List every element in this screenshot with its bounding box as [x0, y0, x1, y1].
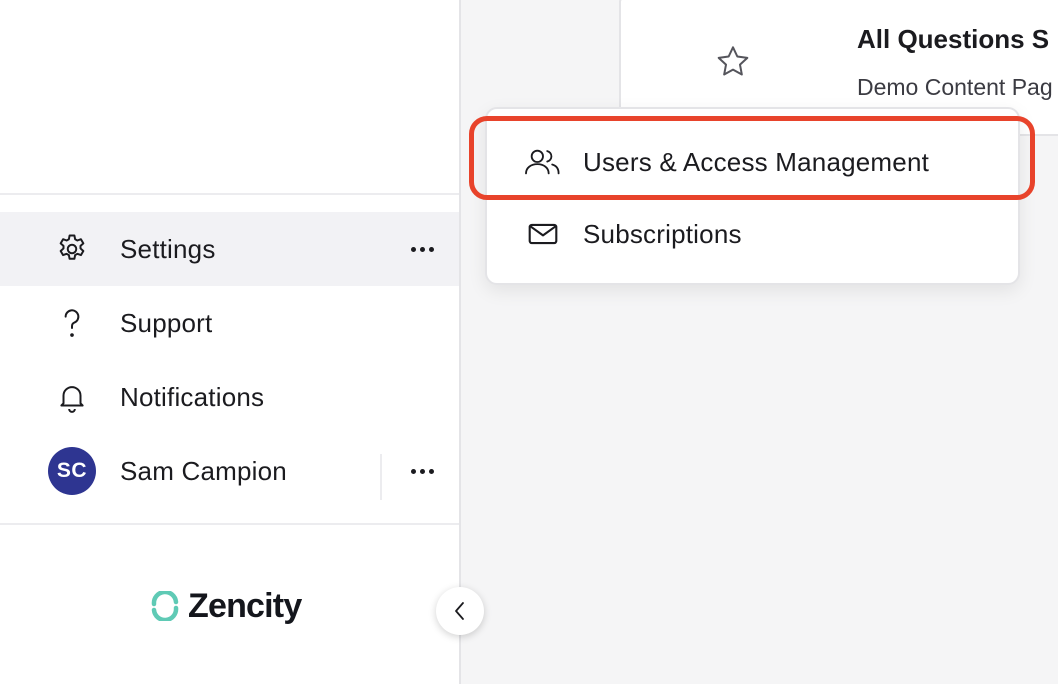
users-icon [521, 144, 565, 180]
settings-dropdown-menu: Users & Access Management Subscriptions [485, 107, 1020, 285]
card-title: All Questions S [857, 24, 1050, 54]
sidebar-item-user[interactable]: SC Sam Campion [0, 434, 459, 508]
more-options-icon[interactable] [402, 456, 442, 486]
avatar: SC [48, 447, 96, 495]
card-subtitle: Demo Content Pag [857, 74, 1053, 100]
envelope-icon [521, 216, 565, 252]
sidebar-item-settings[interactable]: Settings [0, 212, 459, 286]
sidebar-divider [0, 523, 459, 525]
sidebar: Settings Support Notifications SC Sam Ca… [0, 0, 461, 684]
collapse-sidebar-button[interactable] [436, 587, 484, 635]
menu-item-subscriptions[interactable]: Subscriptions [487, 199, 1018, 269]
star-icon[interactable] [713, 42, 753, 82]
chevron-left-icon [455, 602, 464, 620]
zencity-logo: Zencity [150, 585, 302, 627]
sidebar-item-support[interactable]: Support [0, 286, 459, 360]
sidebar-item-label: Settings [120, 233, 216, 264]
logo-text: Zencity [188, 586, 302, 625]
more-options-icon[interactable] [402, 234, 442, 264]
zencity-logo-mark-icon [151, 591, 179, 621]
sidebar-item-label: Support [120, 307, 213, 338]
menu-item-users-access-management[interactable]: Users & Access Management [487, 127, 1018, 197]
user-name: Sam Campion [120, 455, 287, 486]
bell-icon [54, 379, 90, 415]
sidebar-item-label: Notifications [120, 381, 265, 412]
menu-item-label: Subscriptions [583, 218, 742, 249]
question-icon [54, 305, 90, 341]
menu-item-label: Users & Access Management [583, 146, 930, 177]
gear-icon [54, 231, 90, 267]
sidebar-item-notifications[interactable]: Notifications [0, 360, 459, 434]
vertical-separator [380, 454, 382, 500]
sidebar-divider [0, 193, 459, 195]
